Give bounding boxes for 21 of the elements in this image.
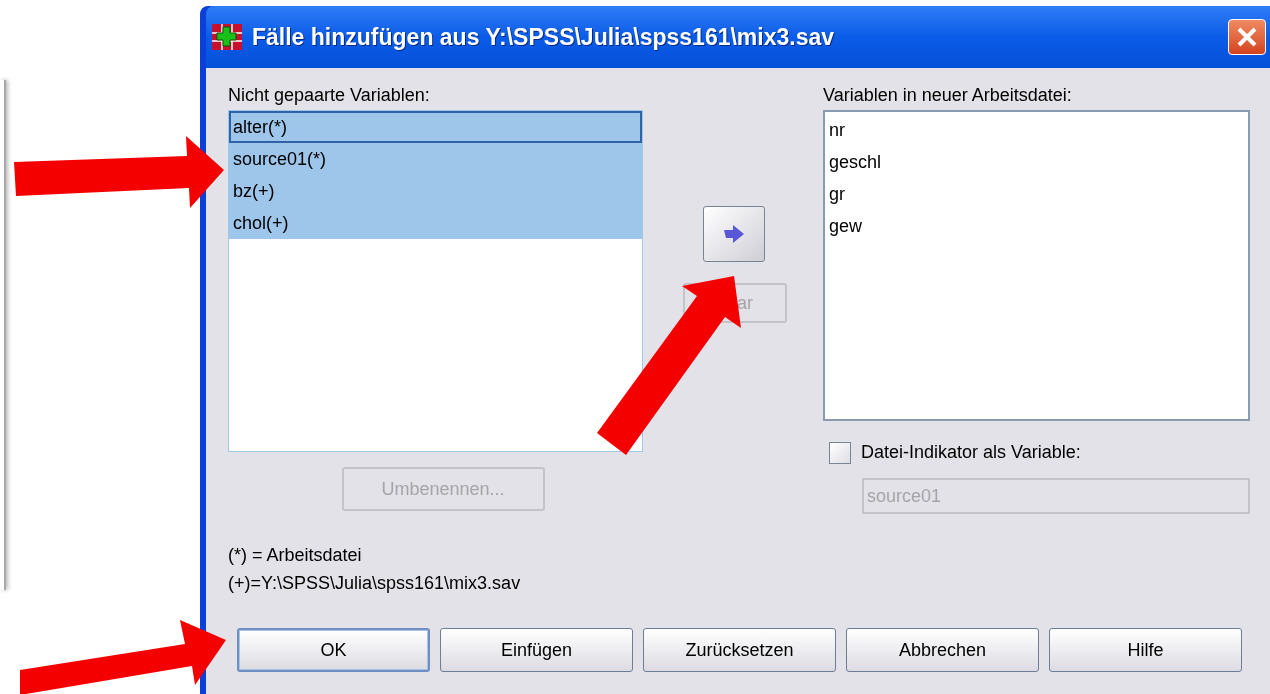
checkbox-label: Datei-Indikator als Variable:	[861, 441, 1081, 464]
list-item[interactable]: gew	[825, 210, 1248, 242]
list-item[interactable]: source01(*)	[229, 143, 642, 175]
dialog-button[interactable]: OK	[237, 628, 430, 672]
unpaired-variables-list[interactable]: alter(*) source01(*) bz(+) chol(+)	[228, 110, 643, 452]
new-file-variables-list[interactable]: nr geschl gr gew	[823, 110, 1250, 421]
legend-text: (+)=Y:\SPSS\Julia\spss161\mix3.sav	[228, 572, 522, 594]
dialog-button[interactable]: Abbrechen	[846, 628, 1039, 672]
dialog-button[interactable]: Hilfe	[1049, 628, 1242, 672]
list-item[interactable]: geschl	[825, 146, 1248, 178]
dialog-button[interactable]: Einfügen	[440, 628, 633, 672]
list-item[interactable]: bz(+)	[229, 175, 642, 207]
list-item[interactable]: alter(*)	[229, 111, 642, 143]
list-item[interactable]: nr	[825, 114, 1248, 146]
dialog-button[interactable]: Zurücksetzen	[643, 628, 836, 672]
window-title: Fälle hinzufügen aus Y:\SPSS\Julia\spss161\mix3.sav	[252, 22, 835, 52]
legend-text: (*) = Arbeitsdatei	[228, 544, 363, 566]
list-item[interactable]: chol(+)	[229, 207, 642, 239]
list-item[interactable]: gr	[825, 178, 1248, 210]
list-label: Nicht gepaarte Variablen:	[228, 84, 431, 106]
list-label: Variablen in neuer Arbeitsdatei:	[823, 84, 1073, 106]
